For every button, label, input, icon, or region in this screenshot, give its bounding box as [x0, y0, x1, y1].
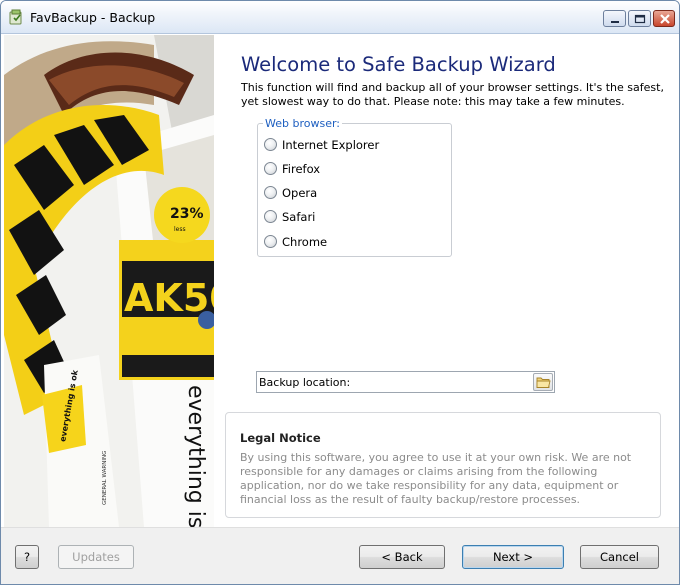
sidebar-image: AK50 23% less GENERAL WARNING — [4, 35, 214, 527]
sidebar-badge-percent: 23% — [170, 206, 204, 222]
minimize-button[interactable] — [603, 10, 626, 27]
wizard-footer: ? Updates < Back Next > Cancel — [1, 527, 679, 584]
legal-notice-text: By using this software, you agree to use… — [240, 451, 632, 506]
sidebar-product-code: AK50 — [124, 276, 214, 320]
web-browser-group-label: Web browser: — [263, 117, 343, 130]
title-bar[interactable]: FavBackup - Backup — [1, 1, 679, 34]
radio-label: Internet Explorer — [282, 138, 380, 152]
window-title: FavBackup - Backup — [30, 10, 156, 25]
wizard-description: This function will find and backup all o… — [241, 81, 664, 108]
close-button[interactable] — [653, 10, 675, 27]
radio-label: Opera — [282, 186, 318, 200]
radio-button[interactable] — [264, 186, 277, 199]
wizard-content: Welcome to Safe Backup Wizard This funct… — [214, 35, 678, 527]
maximize-icon — [634, 14, 646, 24]
browse-folder-button[interactable] — [533, 373, 553, 391]
sidebar-warning-text: GENERAL WARNING — [102, 451, 108, 505]
legal-notice-panel: Legal Notice By using this software, you… — [225, 412, 661, 518]
maximize-button[interactable] — [628, 10, 651, 27]
wizard-window: FavBackup - Backup AK50 23% less — [0, 0, 680, 585]
radio-button[interactable] — [264, 162, 277, 175]
sidebar-tube-text: everything is — [183, 385, 208, 527]
sidebar-badge-small: less — [174, 226, 186, 233]
help-button[interactable]: ? — [15, 545, 39, 569]
backup-location-label: Backup location: — [259, 376, 351, 389]
radio-button[interactable] — [264, 235, 277, 248]
back-button[interactable]: < Back — [359, 545, 445, 569]
legal-notice-title: Legal Notice — [240, 431, 321, 445]
backup-location-field[interactable]: Backup location: — [256, 371, 555, 393]
wizard-heading: Welcome to Safe Backup Wizard — [241, 53, 556, 76]
caution-tape-illustration: AK50 23% less GENERAL WARNING — [4, 35, 214, 527]
minimize-icon — [611, 21, 619, 23]
close-icon — [660, 14, 670, 24]
updates-button[interactable]: Updates — [58, 545, 134, 569]
radio-button[interactable] — [264, 210, 277, 223]
radio-label: Firefox — [282, 162, 321, 176]
folder-icon — [536, 377, 551, 388]
app-icon — [9, 9, 22, 25]
next-button[interactable]: Next > — [462, 545, 564, 569]
radio-label: Safari — [282, 210, 316, 224]
cancel-button[interactable]: Cancel — [580, 545, 659, 569]
radio-label: Chrome — [282, 235, 328, 249]
web-browser-group: Web browser: Internet Explorer Firefox O… — [257, 117, 452, 257]
radio-button[interactable] — [264, 138, 277, 151]
